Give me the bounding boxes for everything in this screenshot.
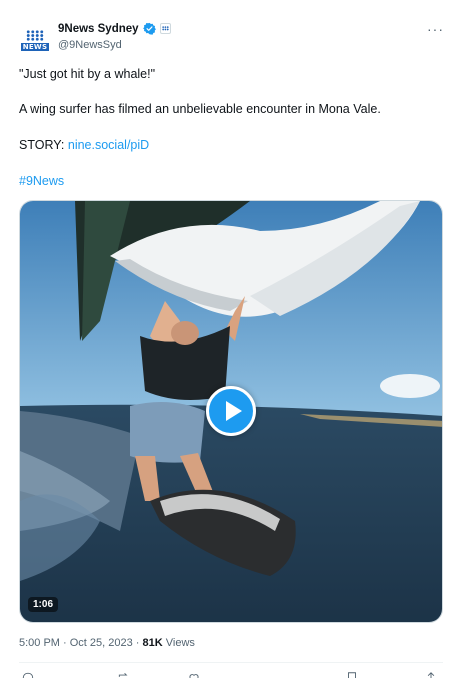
name-row: 9News Sydney — [58, 22, 171, 35]
hashtag-link[interactable]: #9News — [19, 174, 64, 188]
nine-logo-grid — [26, 29, 44, 41]
tweet-card: NEWS 9News Sydney @9NewsSyd ··· "Just go… — [0, 0, 453, 678]
tweet-text-quote: "Just got hit by a whale!" — [19, 67, 156, 81]
reply-icon — [22, 672, 34, 678]
views-label: Views — [162, 637, 195, 649]
video-duration: 1:06 — [28, 597, 59, 612]
share-icon — [427, 672, 435, 678]
share-button[interactable] — [424, 671, 438, 678]
repost-button[interactable] — [117, 671, 131, 678]
affiliation-badge-icon[interactable] — [159, 23, 171, 34]
bookmark-icon — [348, 672, 356, 678]
video-player[interactable]: 1:06 — [19, 200, 443, 623]
story-link[interactable]: nine.social/piD — [68, 138, 149, 152]
bookmark-button[interactable] — [345, 671, 359, 678]
more-options-icon[interactable]: ··· — [427, 22, 444, 36]
story-line: STORY: nine.social/piD — [19, 138, 149, 152]
user-handle[interactable]: @9NewsSyd — [58, 39, 122, 51]
action-bar — [19, 671, 443, 678]
timestamp[interactable]: 5:00 PM · Oct 25, 2023 · — [19, 637, 143, 649]
play-button[interactable] — [206, 386, 256, 436]
repost-icon — [118, 673, 128, 677]
divider — [19, 662, 443, 663]
verified-badge-icon — [142, 22, 156, 35]
avatar-logo-text: NEWS — [20, 42, 50, 51]
story-prefix: STORY: — [19, 138, 68, 152]
tweet-text-body: A wing surfer has filmed an unbelievable… — [19, 102, 381, 116]
like-button[interactable] — [187, 671, 201, 678]
tweet-meta: 5:00 PM · Oct 25, 2023 · 81K Views — [19, 637, 195, 649]
heart-icon — [189, 674, 199, 678]
display-name[interactable]: 9News Sydney — [58, 23, 139, 35]
avatar[interactable]: NEWS — [19, 24, 51, 56]
play-icon — [226, 401, 242, 421]
reply-button[interactable] — [21, 671, 35, 678]
views-count: 81K — [142, 637, 163, 649]
